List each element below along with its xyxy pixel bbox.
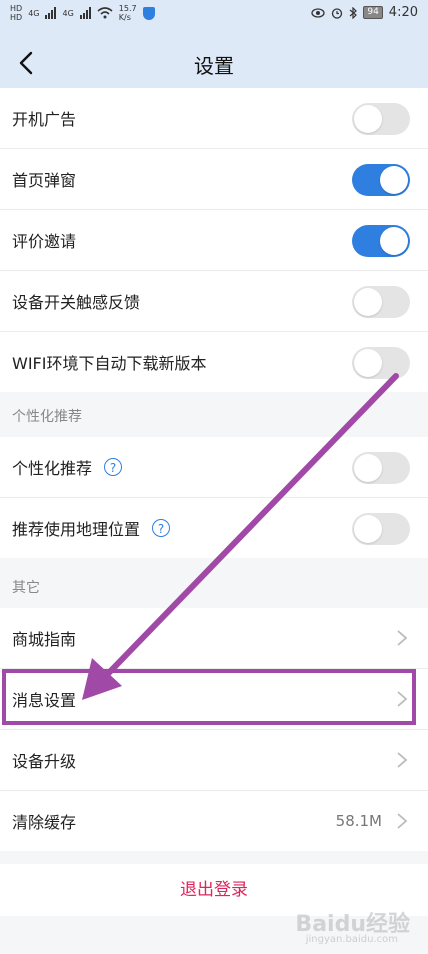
hd-badge: HD bbox=[10, 4, 23, 13]
setting-label: 清除缓存 bbox=[12, 813, 77, 832]
setting-row-mall-guide[interactable]: 商城指南 bbox=[0, 608, 428, 669]
personalize-section: 个性化推荐 ? 推荐使用地理位置 ? bbox=[0, 437, 428, 558]
personalized-recommend-toggle[interactable] bbox=[352, 452, 410, 484]
setting-label: 评价邀请 bbox=[12, 232, 77, 251]
setting-row-home-popup: 首页弹窗 bbox=[0, 149, 428, 210]
setting-label: 商城指南 bbox=[12, 630, 77, 649]
status-bar: HD HD 4G 4G 15.7 K/s 94 4:20 bbox=[0, 0, 428, 28]
shield-icon bbox=[142, 6, 155, 20]
help-icon[interactable]: ? bbox=[104, 458, 123, 476]
eye-icon bbox=[311, 7, 325, 18]
setting-row-location-recommend: 推荐使用地理位置 ? bbox=[0, 498, 428, 558]
location-recommend-toggle[interactable] bbox=[352, 513, 410, 545]
wifi-auto-download-toggle[interactable] bbox=[352, 347, 410, 379]
network-type: 4G bbox=[62, 8, 74, 18]
cache-size: 58.1M bbox=[335, 812, 382, 830]
setting-row-haptic-feedback: 设备开关触感反馈 bbox=[0, 271, 428, 332]
setting-label: 个性化推荐 bbox=[12, 459, 93, 478]
hd-badge: HD bbox=[10, 13, 23, 22]
startup-ad-toggle[interactable] bbox=[352, 103, 410, 135]
signal-icon bbox=[45, 7, 57, 19]
setting-row-review-invite: 评价邀请 bbox=[0, 210, 428, 271]
wifi-icon bbox=[97, 7, 113, 19]
network-type: 4G bbox=[28, 8, 40, 18]
setting-row-wifi-auto-download: WIFI环境下自动下载新版本 bbox=[0, 332, 428, 392]
section-header-personalize: 个性化推荐 bbox=[12, 409, 82, 425]
setting-label: 设备升级 bbox=[12, 752, 77, 771]
annotation-highlight-box bbox=[2, 669, 416, 725]
section-header-other: 其它 bbox=[12, 580, 40, 596]
network-speed: 15.7 K/s bbox=[118, 4, 137, 22]
other-section: 商城指南 消息设置 设备升级 清除缓存 58.1M bbox=[0, 608, 428, 851]
home-popup-toggle[interactable] bbox=[352, 164, 410, 196]
review-invite-toggle[interactable] bbox=[352, 225, 410, 257]
haptic-feedback-toggle[interactable] bbox=[352, 286, 410, 318]
sim-indicators: HD HD bbox=[10, 4, 22, 22]
general-settings-section: 开机广告 首页弹窗 评价邀请 设备开关触感反馈 WIFI环境下自动下载新版本 bbox=[0, 88, 428, 392]
setting-row-startup-ad: 开机广告 bbox=[0, 88, 428, 149]
alarm-icon bbox=[332, 7, 343, 19]
help-icon[interactable]: ? bbox=[152, 519, 171, 537]
chevron-right-icon bbox=[397, 813, 408, 829]
setting-label: 首页弹窗 bbox=[12, 171, 77, 190]
watermark-url: jingyan.baidu.com bbox=[305, 934, 398, 945]
setting-row-device-upgrade[interactable]: 设备升级 bbox=[0, 730, 428, 791]
setting-label: 开机广告 bbox=[12, 110, 77, 129]
clock: 4:20 bbox=[388, 5, 418, 20]
bluetooth-icon bbox=[349, 6, 358, 19]
battery-icon: 94 bbox=[363, 6, 383, 19]
page-title: 设置 bbox=[194, 54, 234, 78]
setting-row-clear-cache[interactable]: 清除缓存 58.1M bbox=[0, 791, 428, 851]
setting-label: 推荐使用地理位置 bbox=[12, 520, 141, 539]
setting-row-personalized-recommend: 个性化推荐 ? bbox=[0, 437, 428, 498]
signal-icon bbox=[79, 7, 91, 19]
chevron-right-icon bbox=[397, 752, 408, 768]
setting-label: WIFI环境下自动下载新版本 bbox=[12, 354, 207, 373]
setting-label: 设备开关触感反馈 bbox=[12, 293, 141, 312]
chevron-right-icon bbox=[397, 630, 408, 646]
